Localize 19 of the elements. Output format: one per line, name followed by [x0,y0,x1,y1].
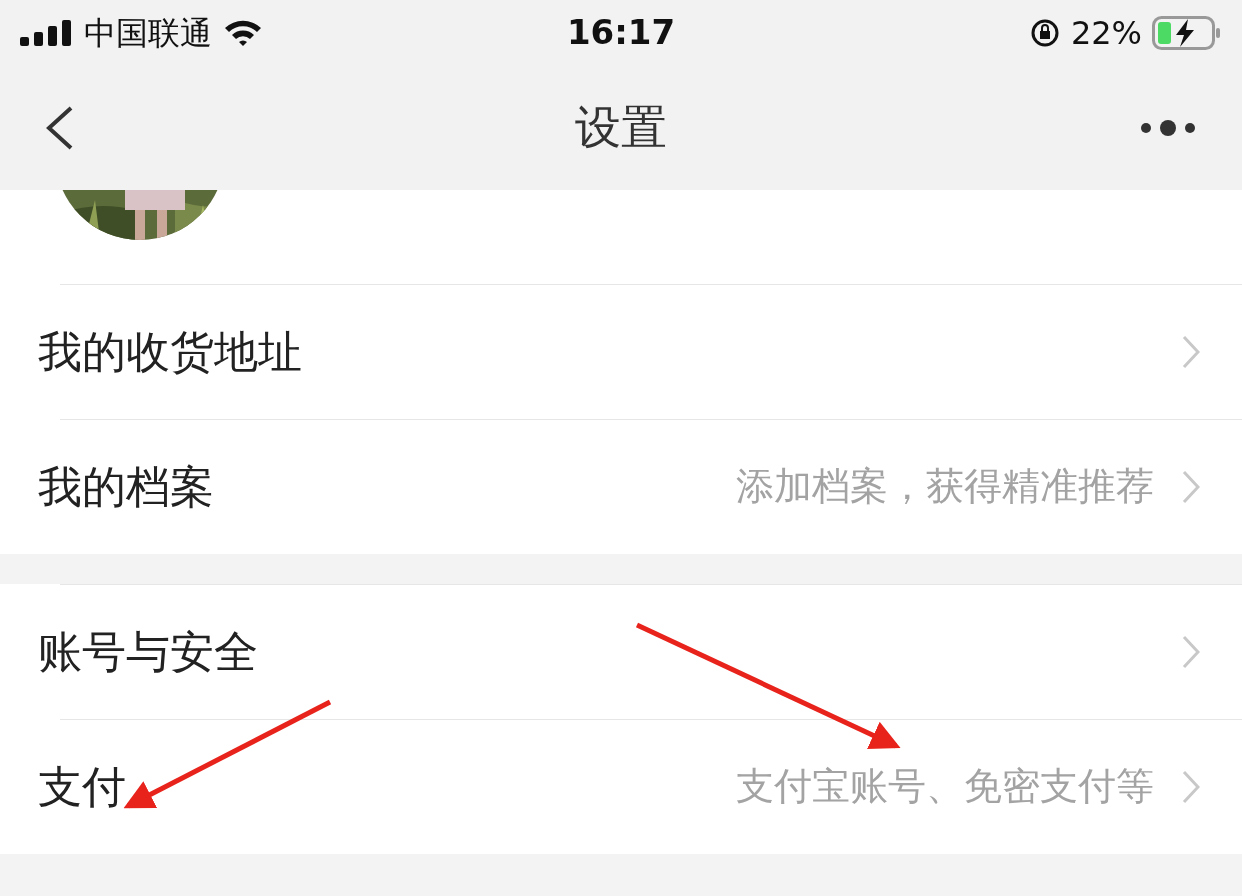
chevron-icon[interactable] [1182,469,1200,504]
wifi-icon [224,18,262,47]
row-label: 账号与安全 [38,624,258,679]
chevron-icon[interactable] [1182,769,1200,804]
chevron-icon[interactable] [1182,334,1200,369]
row-value: 添加档案，获得精准推荐 [736,463,1154,510]
battery-charging-icon [1152,15,1222,50]
back-icon[interactable] [44,104,74,151]
page-title: 设置 [575,99,667,156]
more-icon[interactable] [1138,117,1198,138]
row-label: 支付 [38,759,126,814]
battery-percent: 22% [1070,12,1142,54]
carrier-name: 中国联通 [84,12,212,54]
clock-time: 16:17 [566,11,676,54]
signal-icon [20,19,72,46]
chevron-icon[interactable] [1182,634,1200,669]
row-label: 我的收货地址 [38,324,302,379]
row-value: 支付宝账号、免密支付等 [736,763,1154,810]
row-label: 我的档案 [38,459,214,514]
